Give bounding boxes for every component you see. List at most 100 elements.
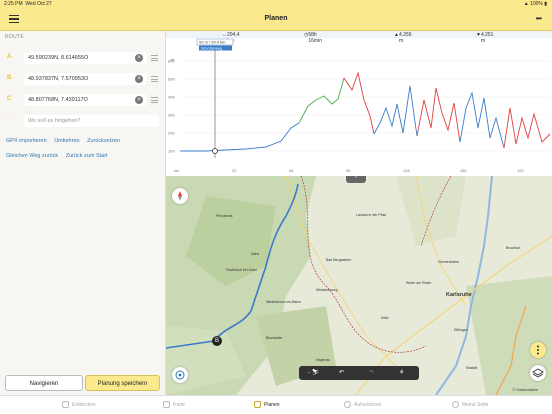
snap-icon[interactable]: ⚘ [399,369,404,376]
elevation-profile[interactable]: ↔204,4 km ◷58h 16min ▲4.259 m ▼4.251 m m… [166,31,552,176]
status-bar: 2:25 PM Wed Oct 27 ▲ 100% ▮ [0,0,552,9]
profile-icon [452,401,459,408]
route-stats: ↔204,4 km ◷58h 16min ▲4.259 m ▼4.251 m [166,31,552,45]
waypoint-marker: A [7,54,12,60]
clear-icon[interactable]: × [135,54,143,62]
plan-icon [254,401,261,408]
undo-icon[interactable]: ↶ [339,369,344,376]
town-label: Hagenau [316,358,331,362]
more-icon[interactable]: ••• [536,14,542,23]
route-marker-b-icon[interactable]: B [212,336,222,346]
clear-icon[interactable]: × [135,96,143,104]
x-tick: 160 [460,168,467,173]
app-header: Planen ••• [0,9,552,31]
town-label-karlsruhe: Karlsruhe [446,292,472,298]
route-actions-row2: Gleichen Weg zurück Zurück zum Start [6,153,114,159]
waypoint-b-field[interactable]: 48.937837N, 7.570953O [24,73,147,85]
tab-aufzeichnen[interactable]: Aufzeichnen [344,401,382,408]
waypoint-a-field[interactable]: 49.590239N, 8.614655O [24,52,147,64]
descent-stat: ▼ 4.251 m [476,31,494,45]
duration-stat: ◷ 58h 16min [304,31,322,45]
clear-icon[interactable]: × [135,75,143,83]
redo-icon[interactable]: ↷ [369,369,374,376]
elevation-cursor-dot [212,148,218,154]
town-label: Bischwiller [266,336,283,340]
town-label: Pirmasens [216,214,233,218]
map-icon [163,401,170,408]
more-options-icon[interactable] [530,342,546,358]
layers-icon[interactable] [530,365,546,381]
ascent-stat: ▲ 4.259 m [394,31,412,45]
collapse-profile-chevron-icon[interactable]: ⌃ [346,176,366,183]
reverse-link[interactable]: Umkehren [54,138,79,144]
town-label: Rastatt [466,366,478,370]
drag-handle-icon[interactable] [151,55,158,63]
waypoint-c[interactable]: C 48.807768N, 7.439117O × [5,94,159,106]
town-label: Wörth am Rhein [406,281,432,285]
record-icon [344,401,351,408]
map-canvas[interactable] [166,176,552,395]
elevation-line-segment [503,107,551,149]
distance-stat: ↔204,4 km [222,31,240,45]
town-label: Fischbach bei Dahn [226,268,257,272]
edit-toolbar: - ⛷ ↶ ↷ ⚘ [299,366,419,380]
tab-planen[interactable]: Planen [254,401,280,408]
same-way-back-link[interactable]: Gleichen Weg zurück [6,153,58,159]
map-view[interactable]: Pirmasens Landau in der Pfalz Karlsruhe … [166,176,552,395]
town-label: Dahn [251,252,260,256]
routing-mode-icon[interactable]: - ⛷ [308,369,319,376]
compass-icon[interactable] [172,188,188,204]
town-label: Bruchsal [506,246,520,250]
x-tick: 32 [232,168,237,173]
waypoint-c-field[interactable]: 48.807768N, 7.439117O [24,94,147,106]
x-tick: 192 [517,168,524,173]
back-to-start-link[interactable]: Zurück zum Start [66,153,108,159]
elevation-line-segment [459,91,505,149]
battery-indicator: ▲ 100% ▮ [523,1,547,7]
y-tick: 300 [168,113,175,118]
waypoint-a[interactable]: A 49.590239N, 8.614655O × [5,52,159,64]
discover-icon [62,401,69,408]
cursor-label: 92 m / 20,4 km [199,40,226,45]
x-tick: 64 [289,168,294,173]
save-plan-button[interactable]: Planung speichern [85,375,160,391]
x-unit: km [174,168,180,173]
tab-karte[interactable]: Karte [163,401,185,408]
navigate-button[interactable]: Navigieren [5,375,83,391]
town-label: Ettlingen [454,328,468,332]
tab-meine-seite[interactable]: Meine Seite [452,401,488,408]
elevation-chart[interactable]: m 100 200 300 400 500 600 km 32 64 96 12… [166,38,552,176]
route-section-title: ROUTE [5,34,24,40]
tab-entdecken[interactable]: Entdecken [62,401,96,408]
town-label: Bad Bergzabern [326,258,352,262]
route-panel: ROUTE A 49.590239N, 8.614655O × B 48.937… [0,31,166,395]
reset-link[interactable]: Zurücksetzen [87,138,120,144]
drag-handle-icon[interactable] [151,97,158,105]
page-title: Planen [264,15,288,22]
x-tick: 96 [346,168,351,173]
elevation-line-segment [298,77,345,124]
waypoint-destination[interactable]: ◦ Wo soll es hingehen? [5,115,159,127]
x-tick: 128 [403,168,410,173]
town-label: Seltz [381,316,389,320]
town-label: Niederbronn-les-Bains [266,300,301,304]
cursor-road-label: Schotterweg [201,46,222,50]
gpx-import-link[interactable]: GPX importieren [6,138,47,144]
town-label: Wissembourg [316,288,338,292]
drag-handle-icon[interactable] [151,76,158,84]
waypoint-marker: C [7,96,12,102]
y-tick: 500 [168,77,175,82]
locate-me-icon[interactable] [172,367,188,383]
waypoint-b[interactable]: B 48.937837N, 7.570953O × [5,73,159,85]
y-tick: 100 [168,149,175,154]
elevation-line-segment [343,71,375,135]
destination-input[interactable]: Wo soll es hingehen? [24,115,159,127]
y-tick: 200 [168,131,175,136]
town-label: Landau in der Pfalz [356,213,387,217]
route-actions-row1: GPX importieren Umkehren Zurücksetzen [6,138,126,144]
elevation-line-segment [180,122,300,152]
map-attribution: © Outdooractive [512,388,538,392]
y-tick: 400 [168,95,175,100]
destination-pin-icon: ◦ [7,117,10,123]
elevation-line-segment [373,85,418,137]
